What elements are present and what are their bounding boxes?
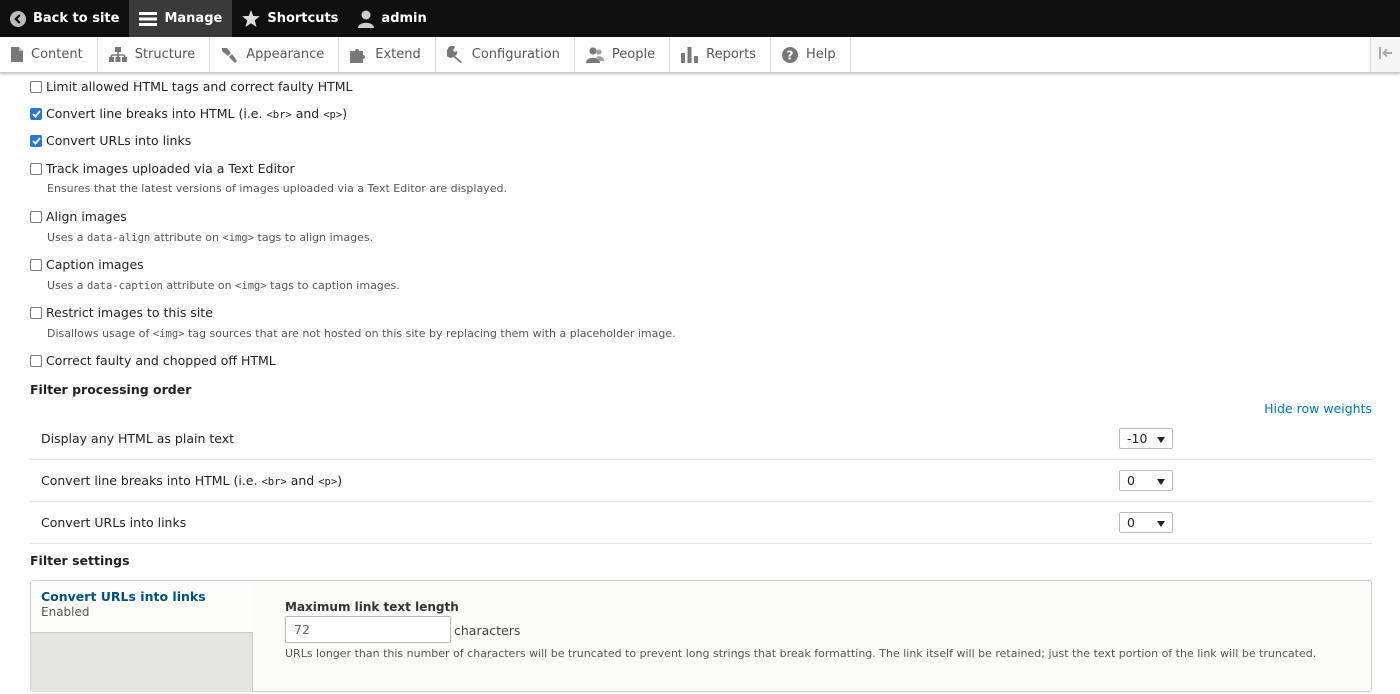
row-label: Display any HTML as plain text <box>41 431 235 446</box>
wrench-icon <box>446 46 464 63</box>
filter-urls[interactable]: Convert URLs into links <box>30 133 191 148</box>
people-icon <box>585 46 604 63</box>
admin-menu-tray: Content Structure Appearance Extend Conf… <box>0 37 1400 73</box>
hide-row-weights-link[interactable]: Hide row weights <box>1264 401 1372 416</box>
menu-item-structure[interactable]: Structure <box>98 37 211 72</box>
chevron-down-icon <box>1157 521 1165 527</box>
weight-select[interactable]: 0 <box>1119 470 1173 491</box>
menu-item-label: Configuration <box>471 47 560 62</box>
weight-value: 0 <box>1127 515 1135 530</box>
table-row: Convert line breaks into HTML (i.e. <br>… <box>30 460 1372 502</box>
table-row: Convert URLs into links 0 <box>30 502 1372 544</box>
filter-track-images[interactable]: Track images uploaded via a Text Editor <box>30 161 295 176</box>
filter-order-heading: Filter processing order <box>30 382 192 397</box>
menu-item-label: Appearance <box>246 47 325 62</box>
chevron-down-icon <box>1157 479 1165 485</box>
back-to-site-link[interactable]: Back to site <box>0 0 129 37</box>
menu-item-label: Reports <box>706 47 756 62</box>
filter-description: Uses a data-caption attribute on <img> t… <box>47 279 400 292</box>
filter-description: Disallows usage of <img> tag sources tha… <box>47 327 676 340</box>
checkbox[interactable] <box>30 258 42 271</box>
menu-item-label: Help <box>806 47 836 62</box>
field-suffix: characters <box>454 623 521 638</box>
filter-order-table: Display any HTML as plain text -10 Conve… <box>30 418 1372 544</box>
user-tab[interactable]: admin <box>348 0 436 37</box>
vertical-tab-status: Enabled <box>41 605 90 619</box>
row-label: Convert URLs into links <box>41 515 187 530</box>
checkbox-checked[interactable] <box>30 107 42 120</box>
filter-label: Align images <box>46 209 127 224</box>
user-icon <box>358 10 375 28</box>
menu-item-label: Extend <box>375 47 421 62</box>
hamburger-menu-icon <box>139 11 158 27</box>
filter-label: Restrict images to this site <box>46 305 213 320</box>
table-row: Display any HTML as plain text -10 <box>30 418 1372 460</box>
bar-chart-icon <box>681 46 699 63</box>
row-label: Convert line breaks into HTML (i.e. <br>… <box>41 473 343 488</box>
field-label: Maximum link text length <box>285 600 459 614</box>
filter-label: Caption images <box>46 257 144 272</box>
filter-label: Track images uploaded via a Text Editor <box>46 161 295 176</box>
menu-item-label: Content <box>31 47 83 62</box>
menu-item-label: People <box>611 47 656 62</box>
weight-value: 0 <box>1127 473 1135 488</box>
sitemap-icon <box>108 47 127 62</box>
weight-select[interactable]: -10 <box>1119 428 1173 449</box>
checkbox[interactable] <box>30 306 42 319</box>
filter-label: Convert URLs into links <box>46 133 192 148</box>
puzzle-icon <box>350 47 367 63</box>
checkbox[interactable] <box>30 354 42 367</box>
filter-label: Convert line breaks into HTML (i.e. <br>… <box>46 106 348 121</box>
shortcuts-tab[interactable]: Shortcuts <box>232 0 348 37</box>
max-link-length-input[interactable]: 72 <box>285 616 451 643</box>
chevron-down-icon <box>1157 437 1165 443</box>
field-description: URLs longer than this number of characte… <box>285 647 1317 660</box>
filter-settings-heading: Filter settings <box>30 553 130 568</box>
user-label: admin <box>381 11 427 26</box>
help-icon: ? <box>782 46 798 63</box>
checkbox[interactable] <box>30 162 42 175</box>
filter-description: Ensures that the latest versions of imag… <box>47 182 507 195</box>
tray-orientation-toggle[interactable] <box>1370 37 1400 72</box>
filter-label: Correct faulty and chopped off HTML <box>46 353 276 368</box>
weight-value: -10 <box>1127 431 1148 446</box>
filter-description: Uses a data-align attribute on <img> tag… <box>47 231 374 244</box>
collapse-arrow-icon <box>1378 47 1393 62</box>
filter-align-images[interactable]: Align images <box>30 209 127 224</box>
filter-line-breaks[interactable]: Convert line breaks into HTML (i.e. <br>… <box>30 106 347 121</box>
svg-text:?: ? <box>787 48 794 62</box>
menu-item-label: Structure <box>134 47 196 62</box>
checkbox-checked[interactable] <box>30 134 42 147</box>
menu-item-people[interactable]: People <box>575 37 671 72</box>
checkbox[interactable] <box>30 80 42 93</box>
vertical-tab-title: Convert URLs into links <box>41 589 206 604</box>
shortcuts-label: Shortcuts <box>267 11 339 26</box>
filter-limit-html[interactable]: Limit allowed HTML tags and correct faul… <box>30 79 353 94</box>
menu-item-appearance[interactable]: Appearance <box>210 37 340 72</box>
admin-toolbar: Back to site Manage Shortcuts admin <box>0 0 1400 37</box>
vertical-tab-convert-urls[interactable]: Convert URLs into links Enabled <box>31 581 253 633</box>
filter-correct-html[interactable]: Correct faulty and chopped off HTML <box>30 353 276 368</box>
vertical-tabs-background <box>31 633 253 692</box>
menu-item-configuration[interactable]: Configuration <box>436 37 575 72</box>
filter-restrict-images[interactable]: Restrict images to this site <box>30 305 213 320</box>
checkbox[interactable] <box>30 210 42 223</box>
menu-item-help[interactable]: ? Help <box>771 37 851 72</box>
filter-label: Limit allowed HTML tags and correct faul… <box>46 79 353 94</box>
manage-tab[interactable]: Manage <box>129 0 233 37</box>
back-arrow-icon <box>10 10 26 27</box>
weight-select[interactable]: 0 <box>1119 512 1173 533</box>
menu-item-content[interactable]: Content <box>0 37 98 72</box>
star-icon <box>242 10 261 27</box>
menu-item-reports[interactable]: Reports <box>670 37 771 72</box>
menu-item-extend[interactable]: Extend <box>339 37 436 72</box>
manage-label: Manage <box>164 11 223 26</box>
back-to-site-label: Back to site <box>33 11 120 26</box>
filter-caption-images[interactable]: Caption images <box>30 257 144 272</box>
filter-settings-panel: Convert URLs into links Enabled Maximum … <box>30 580 1372 692</box>
file-icon <box>11 47 23 62</box>
paintbrush-icon <box>221 47 238 63</box>
